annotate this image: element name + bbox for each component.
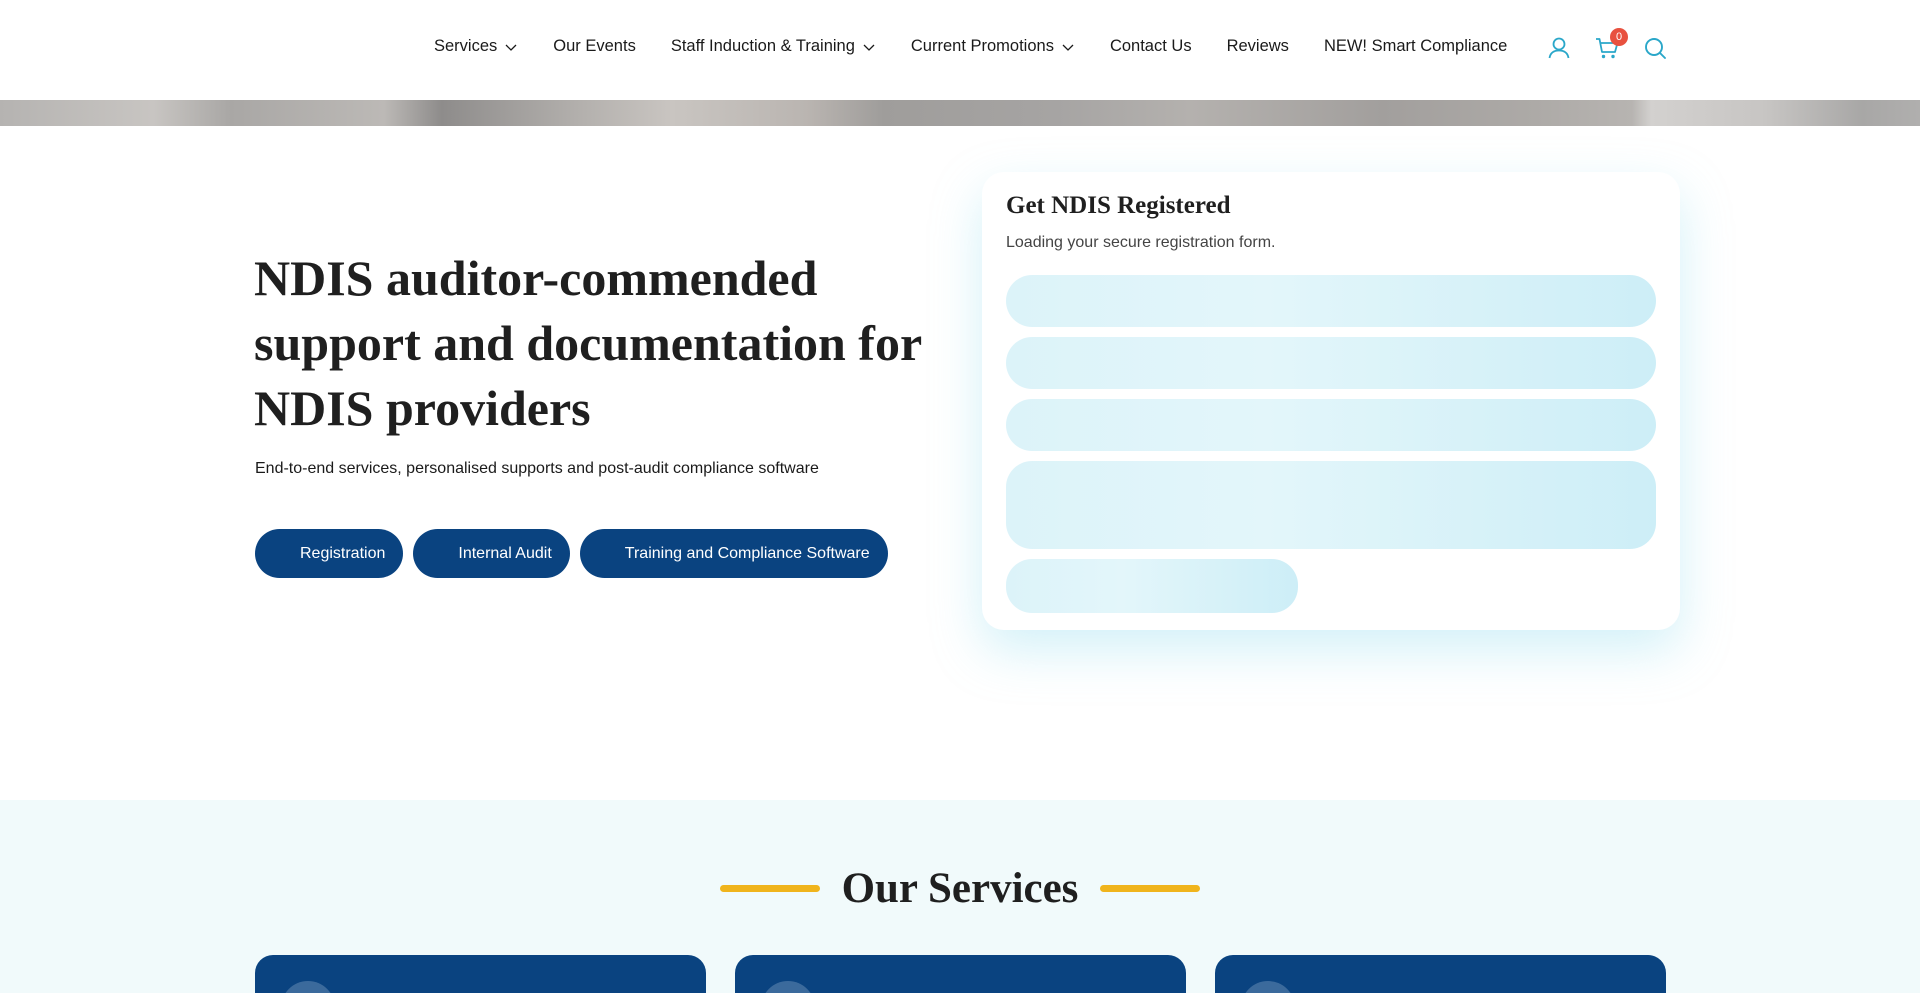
button-label: Registration bbox=[300, 544, 386, 562]
form-textarea-placeholder bbox=[1006, 461, 1656, 549]
nav-item-label: Our Events bbox=[553, 37, 636, 55]
nav-item-services[interactable]: Services bbox=[434, 37, 518, 56]
service-icon bbox=[761, 981, 815, 993]
nav-item-reviews[interactable]: Reviews bbox=[1227, 37, 1289, 56]
nav-item-contact-us[interactable]: Contact Us bbox=[1110, 37, 1192, 56]
registration-button[interactable]: Registration bbox=[255, 529, 404, 578]
hero-subtitle: End-to-end services, personalised suppor… bbox=[255, 460, 819, 477]
button-label: Training and Compliance Software bbox=[624, 544, 870, 562]
services-title: Our Services bbox=[841, 865, 1079, 912]
nav-item-smart-compliance[interactable]: NEW! Smart Compliance bbox=[1324, 37, 1507, 56]
registration-card-title: Get NDIS Registered bbox=[1006, 192, 1231, 219]
nav-item-label: Reviews bbox=[1226, 37, 1289, 55]
services-heading: Our Services bbox=[0, 864, 1920, 913]
chevron-down-icon bbox=[505, 44, 517, 51]
search-icon[interactable] bbox=[1642, 35, 1668, 61]
user-icon[interactable] bbox=[1546, 35, 1572, 61]
nav-item-label: Current Promotions bbox=[910, 37, 1054, 55]
training-compliance-software-button[interactable]: Training and Compliance Software bbox=[579, 529, 888, 578]
nav-item-our-events[interactable]: Our Events bbox=[553, 37, 636, 56]
internal-audit-button[interactable]: Internal Audit bbox=[413, 529, 570, 578]
nav-item-label: Services bbox=[434, 37, 498, 55]
cart-count-badge: 0 bbox=[1610, 28, 1628, 46]
form-field-placeholder bbox=[1006, 399, 1656, 451]
service-card[interactable] bbox=[255, 955, 706, 993]
hero-title: NDIS auditor-commended support and docum… bbox=[254, 250, 922, 436]
hero-buttons: Registration Internal Audit Training and… bbox=[255, 529, 898, 578]
form-field-placeholder bbox=[1006, 275, 1656, 327]
services-section: Our Services bbox=[0, 800, 1920, 993]
nav-item-label: NEW! Smart Compliance bbox=[1323, 37, 1508, 55]
cart-icon[interactable]: 0 bbox=[1594, 28, 1628, 61]
header-actions: 0 bbox=[1546, 28, 1668, 61]
service-card[interactable] bbox=[735, 955, 1186, 993]
nav-item-current-promotions[interactable]: Current Promotions bbox=[911, 37, 1075, 56]
chevron-down-icon bbox=[1062, 44, 1074, 51]
button-label: Internal Audit bbox=[458, 544, 552, 562]
registration-loading-text: Loading your secure registration form. bbox=[1006, 234, 1276, 251]
main-nav: Services Our Events Staff Induction & Tr… bbox=[434, 37, 1507, 56]
heading-accent-bar bbox=[1100, 885, 1201, 892]
service-icon bbox=[281, 981, 335, 993]
service-card[interactable] bbox=[1215, 955, 1666, 993]
service-icon bbox=[1241, 981, 1295, 993]
form-submit-placeholder bbox=[1006, 559, 1298, 613]
registration-form-card: Get NDIS Registered Loading your secure … bbox=[982, 172, 1680, 630]
heading-accent-bar bbox=[719, 885, 820, 892]
nav-item-label: Staff Induction & Training bbox=[670, 37, 855, 55]
site-header: Services Our Events Staff Induction & Tr… bbox=[0, 0, 1920, 100]
nav-item-label: Contact Us bbox=[1109, 37, 1192, 55]
hero-banner-image bbox=[0, 100, 1920, 126]
form-field-placeholder bbox=[1006, 337, 1656, 389]
nav-item-staff-induction[interactable]: Staff Induction & Training bbox=[671, 37, 876, 56]
chevron-down-icon bbox=[863, 44, 875, 51]
